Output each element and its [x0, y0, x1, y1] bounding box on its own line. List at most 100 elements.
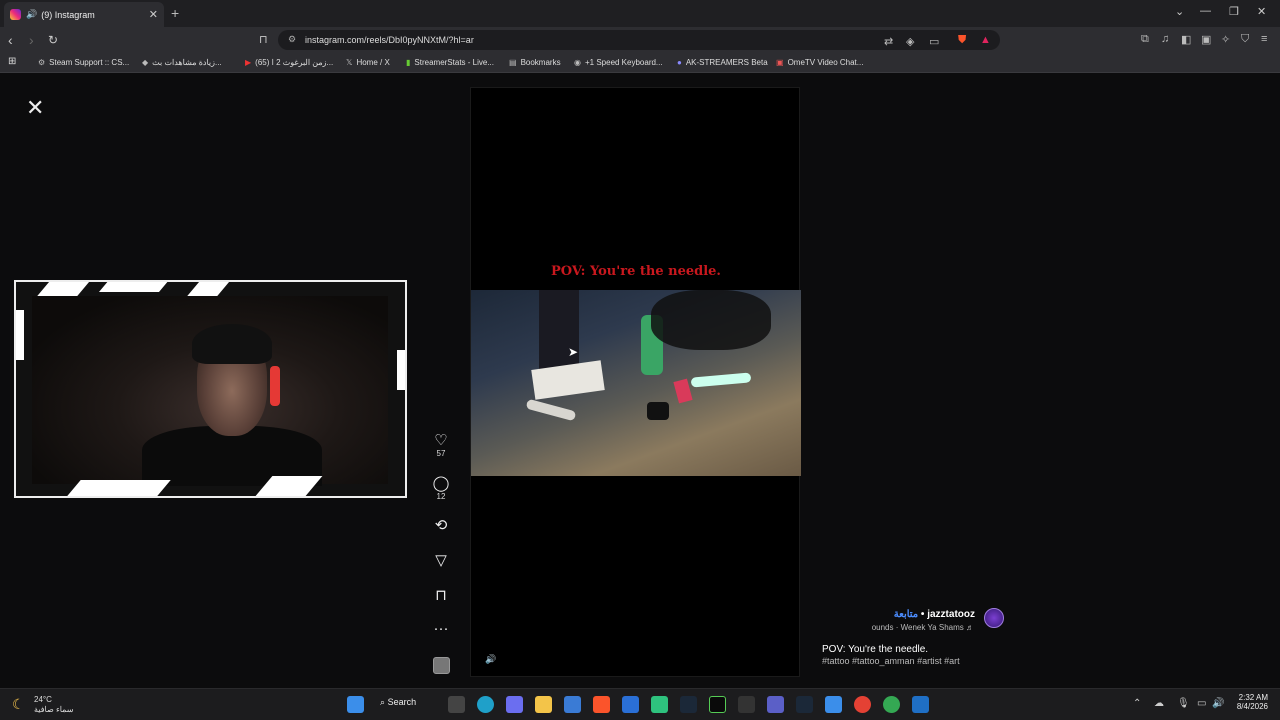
shield-icon[interactable]: ◈: [906, 35, 914, 48]
volume-icon[interactable]: 🔊: [485, 654, 496, 665]
follow-link[interactable]: متابعة: [894, 609, 918, 620]
bookmark-streamerstats[interactable]: ▮ StreamerStats - Live...: [406, 58, 494, 67]
steam-icon: ⚙: [38, 58, 46, 67]
author-name[interactable]: jazztatooz: [927, 609, 975, 620]
x-icon: 𝕏: [346, 58, 353, 67]
temperature: 24°C: [34, 695, 52, 704]
sidebar-icon[interactable]: ◧: [1181, 33, 1191, 46]
cast-icon[interactable]: ▭: [929, 35, 939, 48]
nvidia-icon[interactable]: [709, 696, 726, 713]
steam-taskbar-icon[interactable]: [680, 696, 697, 713]
forward-icon[interactable]: ›: [29, 32, 34, 48]
audio-track[interactable]: ounds · Wenek Ya Shams ♬: [872, 623, 974, 632]
save-button[interactable]: ⊓: [428, 588, 454, 604]
more-button[interactable]: ···: [428, 621, 454, 637]
steam-helper-icon[interactable]: [796, 696, 813, 713]
windows-taskbar: ☾ 24°C سماء صافية ⌕ Search ⌃ ☁ 🎙 ▭ 🔊 2:3…: [0, 688, 1280, 720]
bookmark-speed-keyboard[interactable]: ◉ +1 Speed Keyboard...: [574, 58, 663, 67]
window-icon[interactable]: [825, 696, 842, 713]
address-bar[interactable]: ⚙ instagram.com/reels/DbI0pyNNXtM/?hl=ar…: [278, 30, 1000, 50]
close-reel-icon[interactable]: ✕: [26, 95, 44, 121]
site-info-icon[interactable]: ⚙: [288, 34, 296, 45]
speaker-icon[interactable]: 🔊: [26, 9, 37, 20]
tab-close-button[interactable]: ✕: [149, 8, 158, 21]
back-icon[interactable]: ‹: [8, 32, 13, 48]
clock[interactable]: 2:32 AM 8/4/2026: [1226, 693, 1268, 711]
bookmark-ak-streamers[interactable]: ● AK-STREAMERS Beta: [677, 58, 768, 67]
comment-icon: ◯: [432, 475, 450, 492]
microphone-icon[interactable]: 🎙: [1177, 698, 1190, 709]
instagram-reel-page: ✕ ♡ 57 ◯ 12 ⟲ ▽ ⊓ ··· POV: You're the ne…: [0, 73, 1280, 688]
chrome-icon[interactable]: [854, 696, 871, 713]
new-tab-button[interactable]: +: [171, 5, 179, 21]
date: 8/4/2026: [1236, 702, 1268, 711]
chrome-profile-icon[interactable]: [883, 696, 900, 713]
tab-list-icon[interactable]: ⌄: [1175, 5, 1184, 18]
app-icon-blue[interactable]: [912, 696, 929, 713]
reload-icon[interactable]: ↻: [48, 33, 58, 47]
edge-icon[interactable]: [477, 696, 494, 713]
url-text: instagram.com/reels/DbI0pyNNXtM/?hl=ar: [305, 35, 474, 45]
tab-strip: 🔊 (9) Instagram ✕ + ⌄ — ❐ ✕: [0, 0, 1280, 27]
pen: [690, 372, 752, 388]
moon-icon: ☾: [12, 696, 25, 712]
tray-expand-icon[interactable]: ⌃: [1133, 698, 1141, 709]
repost-button[interactable]: ⟲: [428, 518, 454, 534]
minimize-icon[interactable]: —: [1200, 5, 1211, 17]
bookmark-folder[interactable]: ▤ Bookmarks: [509, 58, 561, 67]
translate-icon[interactable]: ⇄: [884, 35, 893, 48]
audio-thumbnail[interactable]: [433, 657, 450, 674]
keyboard-icon: ◉: [574, 58, 581, 67]
tab-title: (9) Instagram: [41, 9, 95, 20]
repost-icon: ⟲: [434, 517, 448, 534]
task-view-icon[interactable]: [448, 696, 465, 713]
wallet-icon[interactable]: ▣: [1201, 33, 1211, 46]
vpn-icon[interactable]: ⛉: [1241, 33, 1249, 46]
bookmark-steam[interactable]: ⚙ Steam Support :: CS...: [38, 58, 129, 67]
bookmark-page-icon[interactable]: ⊓: [259, 33, 268, 46]
webcam-overlay: [14, 280, 407, 498]
weather-description: سماء صافية: [34, 705, 74, 714]
mail-icon[interactable]: [622, 696, 639, 713]
reel-video[interactable]: POV: You're the needle. 🔊: [470, 87, 801, 677]
share-button[interactable]: ▽: [428, 553, 454, 569]
volume-tray-icon[interactable]: 🔊: [1212, 698, 1224, 709]
bookmark-x[interactable]: 𝕏 Home / X: [346, 58, 390, 67]
brave-taskbar-icon[interactable]: [593, 696, 610, 713]
menu-icon[interactable]: ≡: [1261, 33, 1267, 45]
bookmarks-folder-icon: ▤: [509, 58, 517, 67]
ink-bottle: [673, 378, 693, 404]
bookmark-ometv[interactable]: ▣ OmeTV Video Chat...: [776, 58, 863, 67]
youtube-icon: ▶: [245, 58, 252, 67]
discord-taskbar-icon[interactable]: [506, 696, 523, 713]
app-icon-green[interactable]: [651, 696, 668, 713]
file-explorer-icon[interactable]: [535, 696, 552, 713]
maximize-icon[interactable]: ❐: [1229, 5, 1239, 18]
close-window-icon[interactable]: ✕: [1257, 5, 1266, 18]
epic-icon[interactable]: [738, 696, 755, 713]
rewards-icon[interactable]: ▲: [980, 34, 991, 46]
bookmark-youtube[interactable]: ▶ (65) زمن البرغوث 2 ا...: [245, 58, 333, 67]
start-icon[interactable]: [347, 696, 364, 713]
leo-icon[interactable]: ✧: [1221, 33, 1230, 46]
author-avatar[interactable]: [984, 608, 1004, 628]
brave-shield-icon[interactable]: ⛊: [958, 34, 966, 47]
heart-icon: ♡: [434, 432, 448, 449]
extensions-icon[interactable]: ⧉: [1141, 33, 1149, 46]
bookmark-icon: ⊓: [435, 587, 447, 604]
onedrive-icon[interactable]: ☁: [1154, 698, 1164, 709]
store-icon[interactable]: [564, 696, 581, 713]
apps-icon[interactable]: ⊞: [8, 56, 16, 67]
comment-button[interactable]: ◯ 12: [428, 475, 454, 502]
teams-icon[interactable]: [767, 696, 784, 713]
tab-instagram[interactable]: 🔊 (9) Instagram ✕: [4, 2, 164, 27]
bookmark-views[interactable]: ◆ زيادة مشاهدات بث...: [142, 58, 222, 67]
twitch-icon: ◆: [142, 58, 149, 67]
video-scene: [471, 290, 801, 476]
network-icon[interactable]: ▭: [1197, 698, 1206, 709]
media-icon[interactable]: ♫: [1161, 33, 1169, 45]
like-button[interactable]: ♡ 57: [428, 432, 454, 459]
taskbar-search[interactable]: ⌕ Search: [380, 697, 432, 713]
browser-toolbar: ‹ › ↻ ⊓ ⚙ instagram.com/reels/DbI0pyNNXt…: [0, 27, 1280, 53]
hashtags[interactable]: #tattoo #tattoo_amman #artist #art: [822, 656, 960, 666]
